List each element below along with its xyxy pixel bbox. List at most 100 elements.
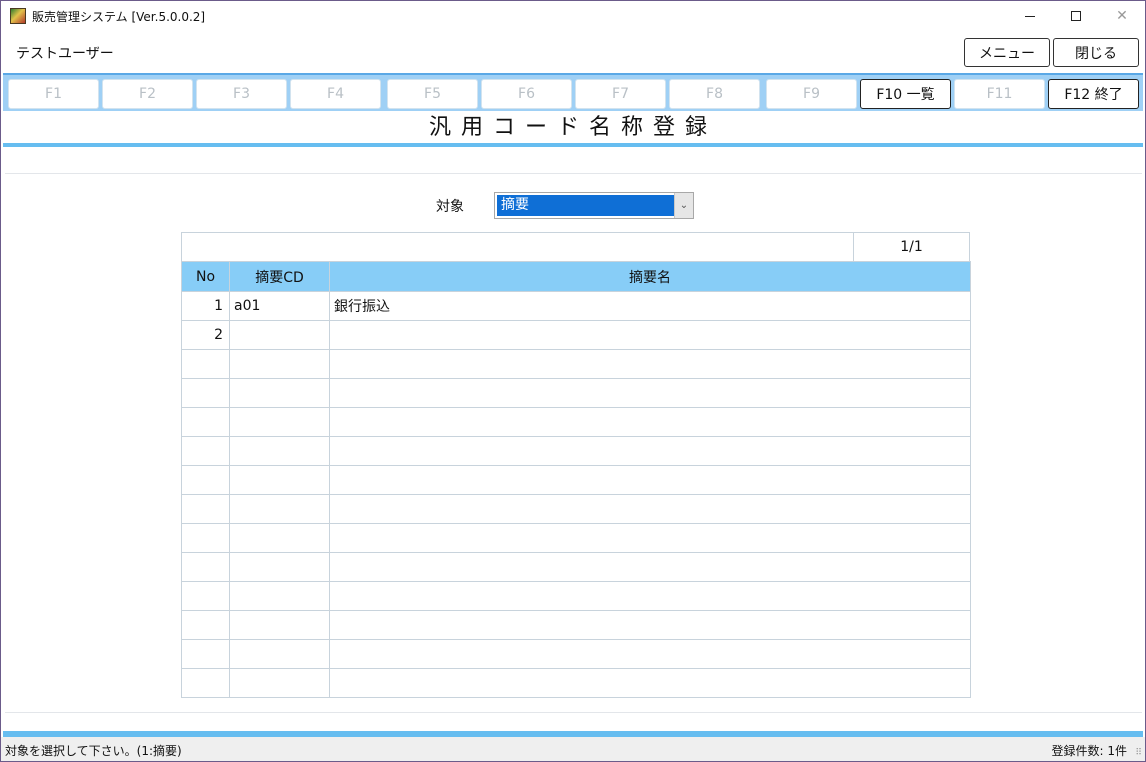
cell-name[interactable] [329,552,971,582]
target-select[interactable]: 摘要 ⌄ [494,192,694,219]
cell-no[interactable] [181,494,230,524]
f10-list-button[interactable]: F10 一覧 [860,79,951,109]
menu-button[interactable]: メニュー [964,38,1050,67]
table-row[interactable] [181,523,971,553]
cell-code[interactable] [229,523,330,553]
cell-name[interactable] [329,407,971,437]
cell-name[interactable] [329,465,971,495]
f4-button[interactable]: F4 [290,79,381,109]
cell-name[interactable] [329,494,971,524]
close-window-button[interactable]: ✕ [1099,1,1145,31]
record-count: 登録件数: 1件 [1051,744,1128,758]
table-row[interactable] [181,407,971,437]
resize-grip-icon[interactable]: ⠿ [1135,749,1142,758]
title-divider [3,143,1143,147]
grid-header-row: No 摘要CD 摘要名 [181,261,971,292]
cell-code[interactable] [229,552,330,582]
cell-code[interactable] [229,378,330,408]
f3-button[interactable]: F3 [196,79,287,109]
code-grid: No 摘要CD 摘要名 1 a01 銀行振込 2 [181,261,971,698]
table-row[interactable] [181,610,971,640]
table-row[interactable]: 1 a01 銀行振込 [181,291,971,321]
cell-name[interactable] [329,523,971,553]
f11-button[interactable]: F11 [954,79,1045,109]
close-icon: ✕ [1116,8,1128,24]
cell-no[interactable]: 1 [181,291,230,321]
cell-code[interactable] [229,320,330,350]
cell-code[interactable] [229,349,330,379]
cell-no[interactable] [181,552,230,582]
table-row[interactable] [181,436,971,466]
cell-no[interactable] [181,639,230,669]
cell-name[interactable] [329,378,971,408]
cell-name[interactable]: 銀行振込 [329,291,971,321]
f7-button[interactable]: F7 [575,79,666,109]
cell-no[interactable] [181,436,230,466]
cell-code[interactable] [229,465,330,495]
table-row[interactable] [181,581,971,611]
f9-button[interactable]: F9 [766,79,857,109]
chevron-down-icon[interactable]: ⌄ [674,193,693,218]
cell-no[interactable] [181,581,230,611]
f1-button[interactable]: F1 [8,79,99,109]
page-indicator: 1/1 [853,233,969,261]
table-row[interactable] [181,639,971,669]
cell-code[interactable] [229,407,330,437]
minimize-button[interactable] [1007,1,1053,31]
maximize-icon [1071,11,1081,21]
target-label: 対象 [436,199,464,215]
cell-name[interactable] [329,320,971,350]
cell-name[interactable] [329,668,971,698]
minimize-icon [1025,15,1035,17]
user-name: テストユーザー [16,46,114,62]
col-header-name: 摘要名 [329,261,971,292]
table-row[interactable] [181,349,971,379]
screen-title: 汎用コード名称登録 [428,115,717,140]
table-row[interactable] [181,552,971,582]
maximize-button[interactable] [1053,1,1099,31]
app-icon [10,8,26,24]
cell-code[interactable] [229,436,330,466]
table-row[interactable] [181,378,971,408]
f6-button[interactable]: F6 [481,79,572,109]
cell-no[interactable] [181,465,230,495]
status-bar: 対象を選択して下さい。(1:摘要) 登録件数: 1件 ⠿ [1,737,1145,761]
cell-code[interactable] [229,581,330,611]
cell-name[interactable] [329,581,971,611]
f12-exit-button[interactable]: F12 終了 [1048,79,1139,109]
table-row[interactable]: 2 [181,320,971,350]
cell-code[interactable]: a01 [229,291,330,321]
cell-no[interactable] [181,523,230,553]
cell-no[interactable] [181,668,230,698]
cell-code[interactable] [229,494,330,524]
cell-no[interactable] [181,610,230,640]
table-row[interactable] [181,494,971,524]
table-row[interactable] [181,465,971,495]
user-row: テストユーザー メニュー 閉じる [1,35,1145,69]
cell-name[interactable] [329,349,971,379]
status-message: 対象を選択して下さい。(1:摘要) [5,744,182,758]
f8-button[interactable]: F8 [669,79,760,109]
f5-button[interactable]: F5 [387,79,478,109]
f2-button[interactable]: F2 [102,79,193,109]
cell-name[interactable] [329,436,971,466]
title-bar: 販売管理システム [Ver.5.0.0.2] ✕ [1,1,1145,31]
col-header-no: No [181,261,230,292]
cell-no[interactable]: 2 [181,320,230,350]
cell-code[interactable] [229,639,330,669]
window-controls: ✕ [1007,1,1145,31]
col-header-code: 摘要CD [229,261,330,292]
cell-code[interactable] [229,668,330,698]
window-title: 販売管理システム [Ver.5.0.0.2] [32,9,206,24]
app-window: 販売管理システム [Ver.5.0.0.2] ✕ テストユーザー メニュー 閉じ… [0,0,1146,762]
cell-no[interactable] [181,349,230,379]
cell-name[interactable] [329,639,971,669]
cell-code[interactable] [229,610,330,640]
target-select-value: 摘要 [497,195,675,216]
cell-no[interactable] [181,407,230,437]
cell-no[interactable] [181,378,230,408]
table-row[interactable] [181,668,971,698]
function-key-bar: F1 F2 F3 F4 F5 F6 F7 F8 F9 F10 一覧 F11 F1… [3,73,1143,111]
close-button[interactable]: 閉じる [1053,38,1139,67]
cell-name[interactable] [329,610,971,640]
